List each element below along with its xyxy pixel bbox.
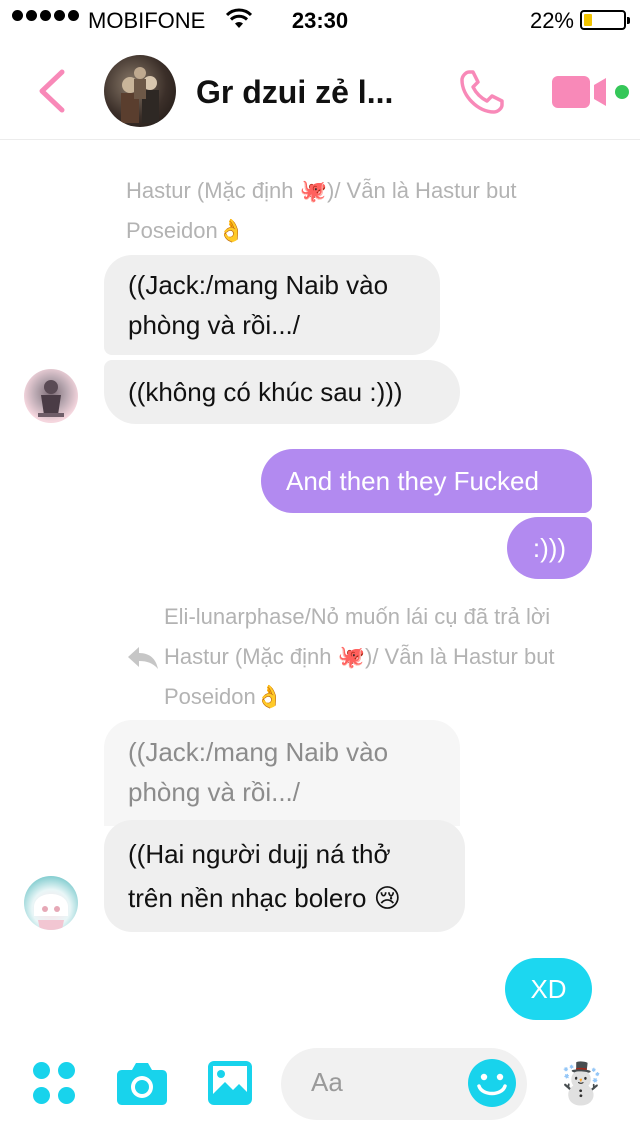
- reply-context-line: Eli-lunarphase/Nỏ muốn lái cụ đã trả lời: [164, 604, 551, 629]
- reply-context-line: Hastur (Mặc định 🐙)/ Vẫn là Hastur but: [164, 644, 555, 669]
- sender-avatar-art-icon: [34, 894, 68, 930]
- reply-context-line: Poseidon👌: [164, 684, 284, 709]
- battery-percentage: 22%: [529, 8, 574, 33]
- message-text-line: trên nền nhạc bolero 😢: [128, 883, 401, 913]
- battery-icon: [580, 10, 630, 30]
- composer-bar: Aa: [0, 1032, 640, 1136]
- more-apps-icon[interactable]: [33, 1062, 75, 1104]
- sender-avatar-art-icon: [38, 380, 64, 417]
- emoji-icon[interactable]: [467, 1058, 517, 1108]
- quoted-text-line: phòng và rồi.../: [128, 777, 300, 807]
- phone-call-icon[interactable]: [458, 68, 506, 116]
- group-avatar-art-icon: [121, 67, 159, 123]
- incoming-message-bubble[interactable]: ((Hai người dujj ná thở trên nền nhạc bo…: [104, 820, 465, 932]
- message-text: XD: [530, 974, 567, 1004]
- conversation-header: Gr dzui zẻ l...: [0, 40, 640, 140]
- quoted-message-bubble[interactable]: ((Jack:/mang Naib vào phòng và rồi.../: [104, 720, 460, 826]
- reply-arrow-icon: [128, 647, 158, 669]
- outgoing-message-bubble[interactable]: And then they Fucked: [261, 449, 592, 513]
- quoted-text-line: ((Jack:/mang Naib vào: [128, 737, 389, 767]
- message-list[interactable]: Hastur (Mặc định 🐙)/ Vẫn là Hastur but P…: [0, 141, 640, 1031]
- sender-avatar[interactable]: [24, 369, 78, 423]
- message-text-line: ((Jack:/mang Naib vào: [128, 270, 389, 300]
- online-status-dot: [615, 85, 629, 99]
- message-text-line: ((Hai người dujj ná thở: [128, 839, 391, 869]
- message-input-placeholder: Aa: [311, 1067, 343, 1097]
- reply-context-line: Poseidon👌: [126, 218, 246, 243]
- back-chevron-icon[interactable]: [36, 68, 66, 114]
- status-bar: MOBIFONE 23:30 22%: [0, 0, 640, 40]
- reply-context-line: Hastur (Mặc định 🐙)/ Vẫn là Hastur but: [126, 178, 517, 203]
- message-text: :))): [532, 533, 567, 563]
- message-text: And then they Fucked: [286, 466, 539, 496]
- conversation-title[interactable]: Gr dzui zẻ l...: [196, 74, 393, 111]
- group-avatar[interactable]: [104, 55, 176, 127]
- camera-icon[interactable]: [116, 1060, 168, 1106]
- reply-context: Eli-lunarphase/Nỏ muốn lái cụ đã trả lời…: [164, 597, 634, 717]
- outgoing-message-bubble[interactable]: XD: [505, 958, 592, 1020]
- incoming-message-bubble[interactable]: ((không có khúc sau :))): [104, 360, 460, 424]
- sender-avatar[interactable]: [24, 876, 78, 930]
- outgoing-message-bubble[interactable]: :))): [507, 517, 592, 579]
- video-call-icon[interactable]: [552, 76, 610, 108]
- gallery-icon[interactable]: [207, 1060, 253, 1106]
- incoming-message-bubble[interactable]: ((Jack:/mang Naib vào phòng và rồi.../: [104, 255, 440, 355]
- snowman-sticker-icon[interactable]: ☃️: [556, 1060, 606, 1108]
- reply-context: Hastur (Mặc định 🐙)/ Vẫn là Hastur but P…: [126, 171, 626, 251]
- message-text: ((không có khúc sau :))): [128, 377, 403, 407]
- message-text-line: phòng và rồi.../: [128, 310, 300, 340]
